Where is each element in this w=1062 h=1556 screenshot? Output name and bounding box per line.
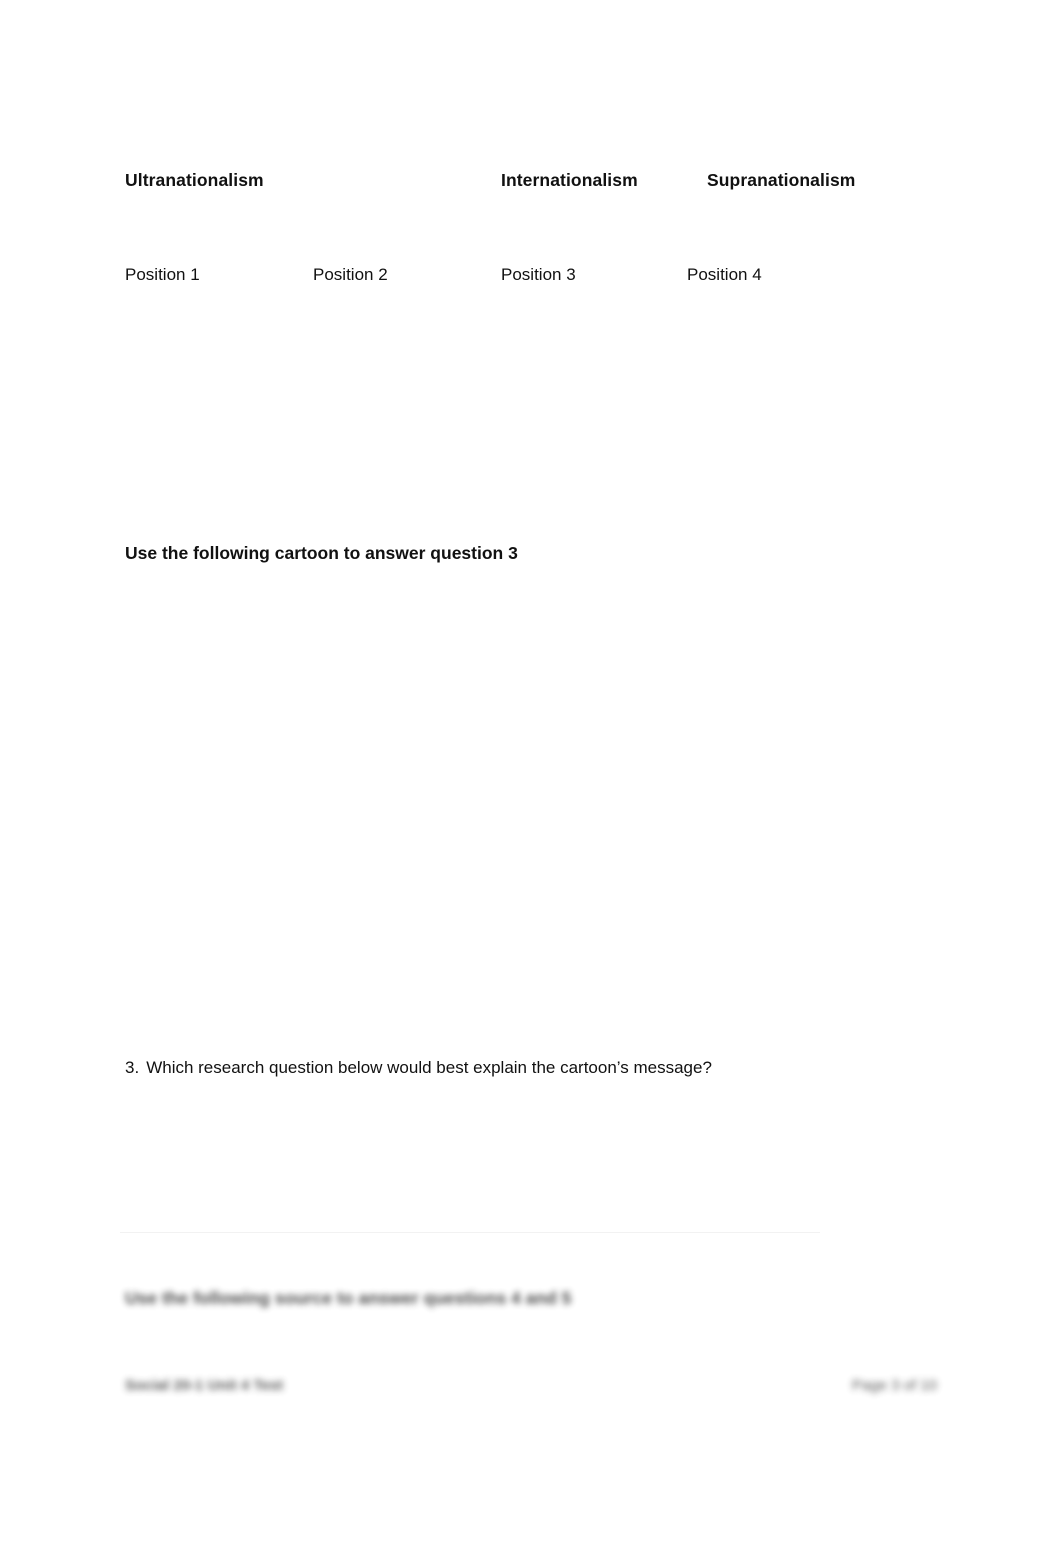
spectrum-term-ultranationalism: Ultranationalism [125,170,264,190]
footer-document-title-blurred: Social 20-1 Unit 4 Test [125,1377,284,1394]
spectrum-term-internationalism: Internationalism [501,170,638,190]
page-break-divider [120,1232,820,1233]
position-label-1: Position 1 [125,265,200,284]
question-3: 3. Which research question below would be… [125,1056,712,1080]
position-label-2: Position 2 [313,265,388,284]
position-label-4: Position 4 [687,265,762,284]
position-label-3: Position 3 [501,265,576,284]
cartoon-image-placeholder [125,585,885,1025]
question-3-number: 3. [125,1058,140,1077]
cartoon-instruction-heading: Use the following cartoon to answer ques… [125,543,518,563]
nationalism-spectrum-header: Ultranationalism Internationalism Supran… [0,168,1062,194]
position-labels-row: Position 1 Position 2 Position 3 Positio… [0,263,1062,287]
question-3-text: Which research question below would best… [146,1058,712,1077]
spectrum-term-supranationalism: Supranationalism [707,170,856,190]
worksheet-page: Ultranationalism Internationalism Supran… [0,0,1062,1556]
footer-page-number-blurred: Page 3 of 10 [851,1377,937,1394]
page-footer: Social 20-1 Unit 4 Test Page 3 of 10 [125,1375,937,1401]
next-section-heading-blurred: Use the following source to answer quest… [125,1288,572,1308]
